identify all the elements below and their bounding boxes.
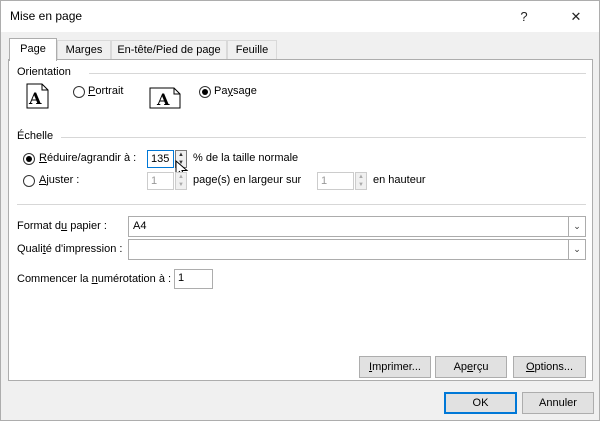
orientation-group-label: Orientation xyxy=(17,66,71,78)
reduce-percent-input[interactable]: 135 xyxy=(147,150,174,168)
spin-up-icon[interactable]: ▲ xyxy=(356,173,366,181)
reduce-suffix-label: % de la taille normale xyxy=(193,152,299,164)
spin-up-icon[interactable]: ▲ xyxy=(176,151,186,159)
fit-label[interactable]: Ajuster : xyxy=(39,174,79,186)
spin-down-icon[interactable]: ▼ xyxy=(356,181,366,189)
page-setup-dialog: Mise en page ? ✕ Page Marges En-tête/Pie… xyxy=(0,0,600,421)
tab-marges[interactable]: Marges xyxy=(57,40,111,60)
tab-en-tete-pied-de-page[interactable]: En-tête/Pied de page xyxy=(111,40,227,60)
spin-up-icon[interactable]: ▲ xyxy=(176,173,186,181)
fit-height-input[interactable]: 1 xyxy=(317,172,354,190)
scale-group-label: Échelle xyxy=(17,130,54,142)
help-button[interactable]: ? xyxy=(501,1,547,32)
tab-page[interactable]: Page xyxy=(9,38,57,61)
tab-feuille[interactable]: Feuille xyxy=(227,40,277,60)
spin-down-icon[interactable]: ▼ xyxy=(176,181,186,189)
scale-separator xyxy=(61,137,586,138)
fit-radio[interactable] xyxy=(23,175,35,187)
preview-button[interactable]: Aperçu xyxy=(435,356,507,378)
fit-width-suffix-label: page(s) en largeur sur xyxy=(193,174,302,186)
paysage-label[interactable]: Paysage xyxy=(214,85,257,97)
reduce-radio[interactable] xyxy=(23,153,35,165)
fit-height-suffix-label: en hauteur xyxy=(373,174,426,186)
landscape-page-icon: A xyxy=(149,87,181,109)
fit-width-spinner[interactable]: ▲ ▼ xyxy=(175,172,187,190)
paysage-radio[interactable] xyxy=(199,86,211,98)
reduce-label[interactable]: Réduire/agrandir à : xyxy=(39,152,136,164)
scale-bottom-separator xyxy=(17,204,586,205)
portrait-page-icon: A xyxy=(26,83,49,109)
tab-panel-page: Orientation A Portrait A Paysage Échelle… xyxy=(8,59,593,381)
paper-format-label: Format du papier : xyxy=(17,220,107,232)
close-button[interactable]: ✕ xyxy=(553,1,599,32)
fit-width-input[interactable]: 1 xyxy=(147,172,174,190)
dialog-title: Mise en page xyxy=(10,9,83,23)
options-button[interactable]: Options... xyxy=(513,356,586,378)
print-button[interactable]: Imprimer... xyxy=(359,356,431,378)
ok-button[interactable]: OK xyxy=(444,392,517,414)
orientation-separator xyxy=(89,73,586,74)
chevron-down-icon[interactable]: ⌄ xyxy=(568,240,585,259)
print-quality-label: Qualité d'impression : xyxy=(17,243,123,255)
first-page-number-label: Commencer la numérotation à : xyxy=(17,273,172,285)
title-bar: Mise en page ? ✕ xyxy=(1,1,599,32)
paper-format-value: A4 xyxy=(133,220,147,232)
landscape-icon-glyph: A xyxy=(156,90,170,109)
portrait-label[interactable]: Portrait xyxy=(88,85,123,97)
portrait-radio[interactable] xyxy=(73,86,85,98)
print-quality-select[interactable]: ⌄ xyxy=(128,239,586,260)
paper-format-select[interactable]: A4 ⌄ xyxy=(128,216,586,237)
portrait-icon-glyph: A xyxy=(28,89,42,108)
cancel-button[interactable]: Annuler xyxy=(522,392,594,414)
fit-height-spinner[interactable]: ▲ ▼ xyxy=(355,172,367,190)
first-page-number-input[interactable]: 1 xyxy=(174,269,213,289)
chevron-down-icon[interactable]: ⌄ xyxy=(568,217,585,236)
